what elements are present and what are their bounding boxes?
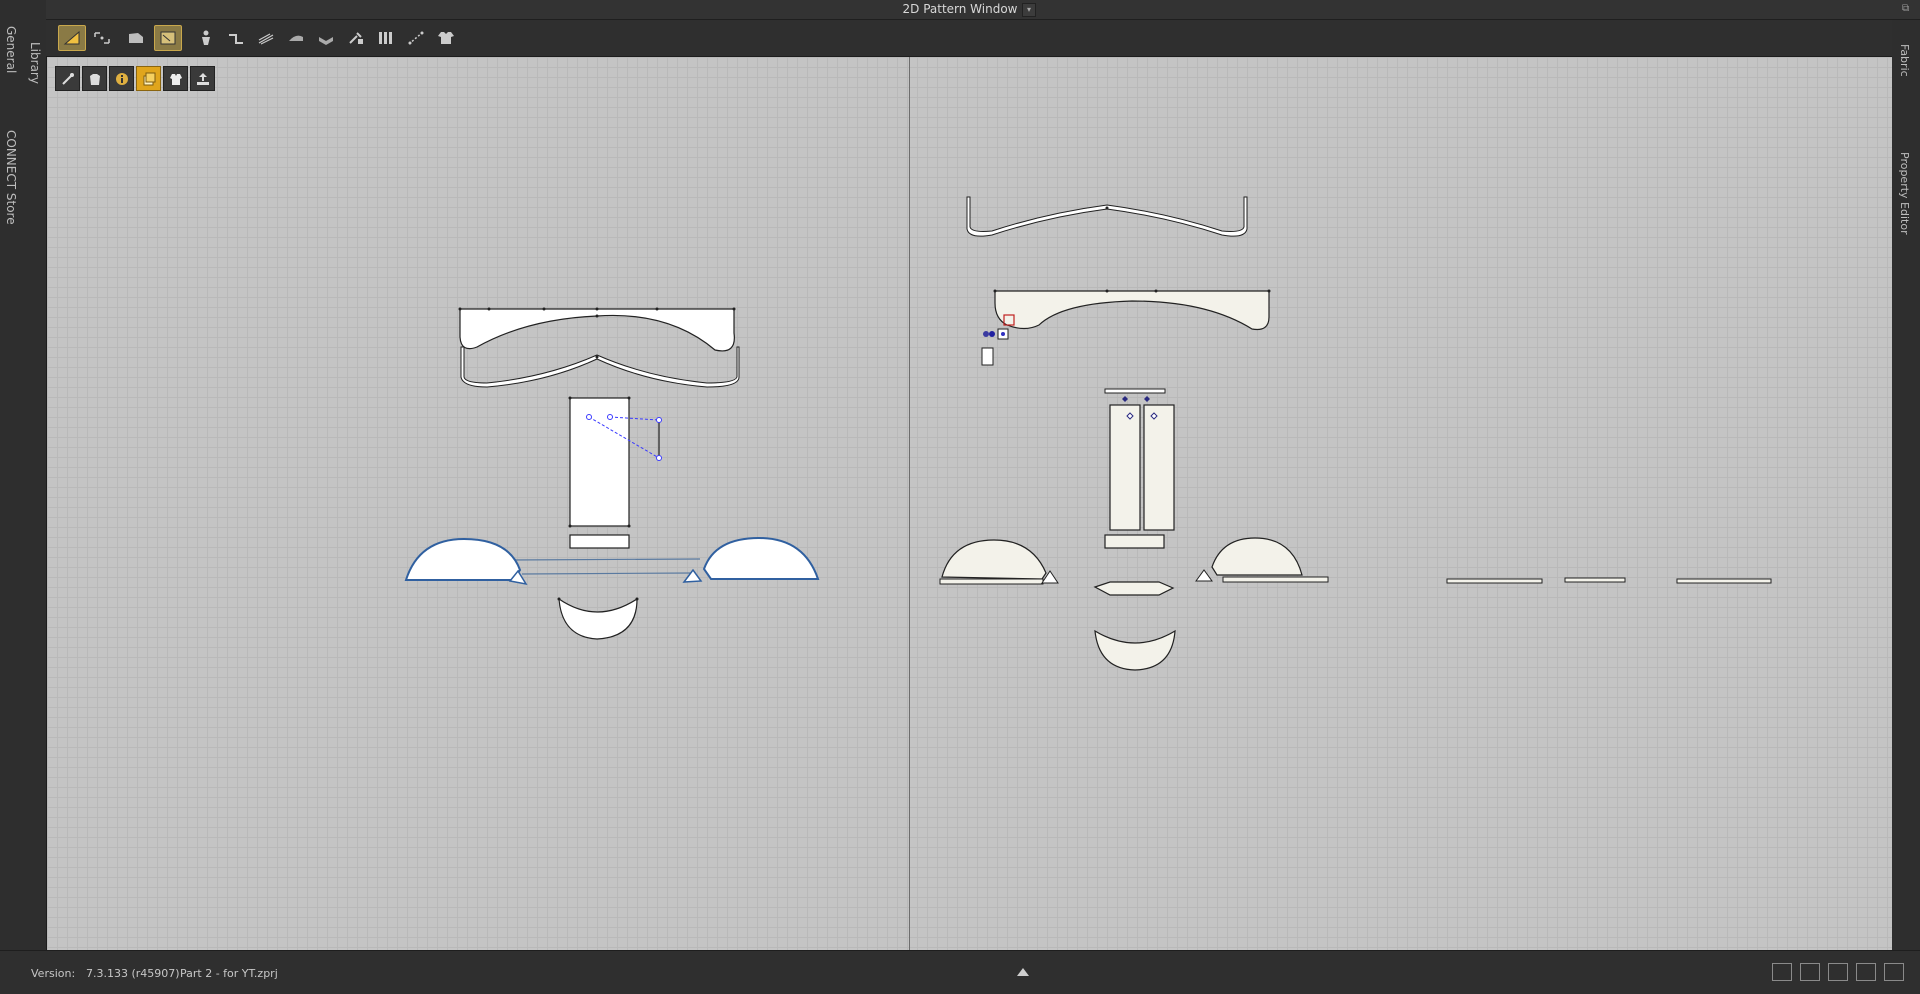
fold-icon (319, 37, 333, 45)
avatar-icon (202, 30, 210, 45)
pattern-toolbar (46, 20, 1892, 56)
tab-connect-store[interactable]: CONNECT Store (4, 130, 18, 225)
left-side-panel: Library General CONNECT Store (0, 0, 46, 994)
tab-property-editor[interactable]: Property Editor (1898, 152, 1911, 235)
internal-shape-icon (160, 31, 176, 45)
version-value: 7.3.133 (r45907) (86, 967, 180, 980)
pattern-canvas[interactable] (46, 56, 1892, 951)
polygon-icon (129, 33, 143, 43)
restore-window-icon[interactable]: ⧉ (1902, 3, 1914, 15)
pattern-3d-pocket[interactable] (1094, 629, 1176, 671)
version-label: Version: (31, 967, 76, 980)
pattern-drawing (404, 196, 1772, 671)
pattern-3d-collar-band[interactable] (966, 196, 1248, 237)
layout-triple-button[interactable] (1828, 963, 1848, 981)
transform-points-tool[interactable] (88, 25, 116, 51)
measure-tool[interactable] (402, 25, 430, 51)
tab-library[interactable]: Library (28, 42, 42, 84)
measure-icon (408, 31, 424, 45)
layout-single-button[interactable] (1772, 963, 1792, 981)
segment-sewing-icon (229, 34, 243, 44)
pattern-3d-placket[interactable] (1104, 388, 1175, 531)
pressing-tool[interactable] (282, 25, 310, 51)
grid-tool[interactable] (252, 25, 280, 51)
expand-panel-icon[interactable] (1016, 965, 1030, 979)
sewing-lines (509, 558, 701, 575)
garment-tool[interactable] (432, 25, 460, 51)
pin-icon (349, 32, 363, 44)
segment-sewing-tool[interactable] (222, 25, 250, 51)
pattern-piece-collar-band[interactable] (460, 346, 740, 388)
avatar-tool[interactable] (192, 25, 220, 51)
pin-tool[interactable] (342, 25, 370, 51)
edit-pattern-tool[interactable] (58, 25, 86, 51)
layout-quad-button[interactable] (1856, 963, 1876, 981)
layout-split-button[interactable] (1800, 963, 1820, 981)
garment-icon (438, 32, 454, 44)
pattern-3d-hex[interactable] (1093, 581, 1175, 596)
layout-custom-button[interactable] (1884, 963, 1904, 981)
window-titlebar: 2D Pattern Window ▾ ⧉ (0, 0, 1920, 20)
fold-tool[interactable] (312, 25, 340, 51)
pleat-icon (379, 32, 392, 44)
polygon-tool[interactable] (122, 25, 150, 51)
pattern-3d-waistband[interactable] (993, 289, 1271, 331)
tab-fabric[interactable]: Fabric (1898, 44, 1911, 77)
transform-points-icon (94, 32, 110, 44)
pattern-3d-sleeve-right[interactable] (1195, 537, 1329, 583)
window-menu-dropdown-icon[interactable]: ▾ (1022, 3, 1036, 17)
pattern-piece-sleeve-left[interactable] (404, 537, 528, 586)
edit-pattern-icon (63, 30, 80, 45)
pattern-piece-waistband[interactable] (458, 307, 736, 352)
pattern-piece-pocket[interactable] (557, 597, 639, 640)
project-name: Part 2 - for YT.zprj (180, 967, 278, 980)
pattern-piece-placket[interactable] (568, 396, 631, 528)
pattern-3d-strips[interactable] (1446, 577, 1772, 584)
pleat-tool[interactable] (372, 25, 400, 51)
right-side-panel: Fabric Property Editor (1892, 20, 1920, 950)
pattern-3d-cuff[interactable] (1104, 534, 1165, 549)
grid-icon (258, 33, 274, 45)
pattern-3d-sleeve-left[interactable] (939, 539, 1059, 585)
pressing-icon (289, 35, 303, 41)
pattern-piece-sleeve-right[interactable] (682, 536, 820, 583)
status-bar: Version: 7.3.133 (r45907) Part 2 - for Y… (0, 950, 1920, 994)
tab-general[interactable]: General (4, 26, 18, 73)
internal-shape-tool[interactable] (154, 25, 182, 51)
pattern-piece-cuff[interactable] (569, 534, 630, 549)
window-title: 2D Pattern Window (902, 2, 1018, 16)
